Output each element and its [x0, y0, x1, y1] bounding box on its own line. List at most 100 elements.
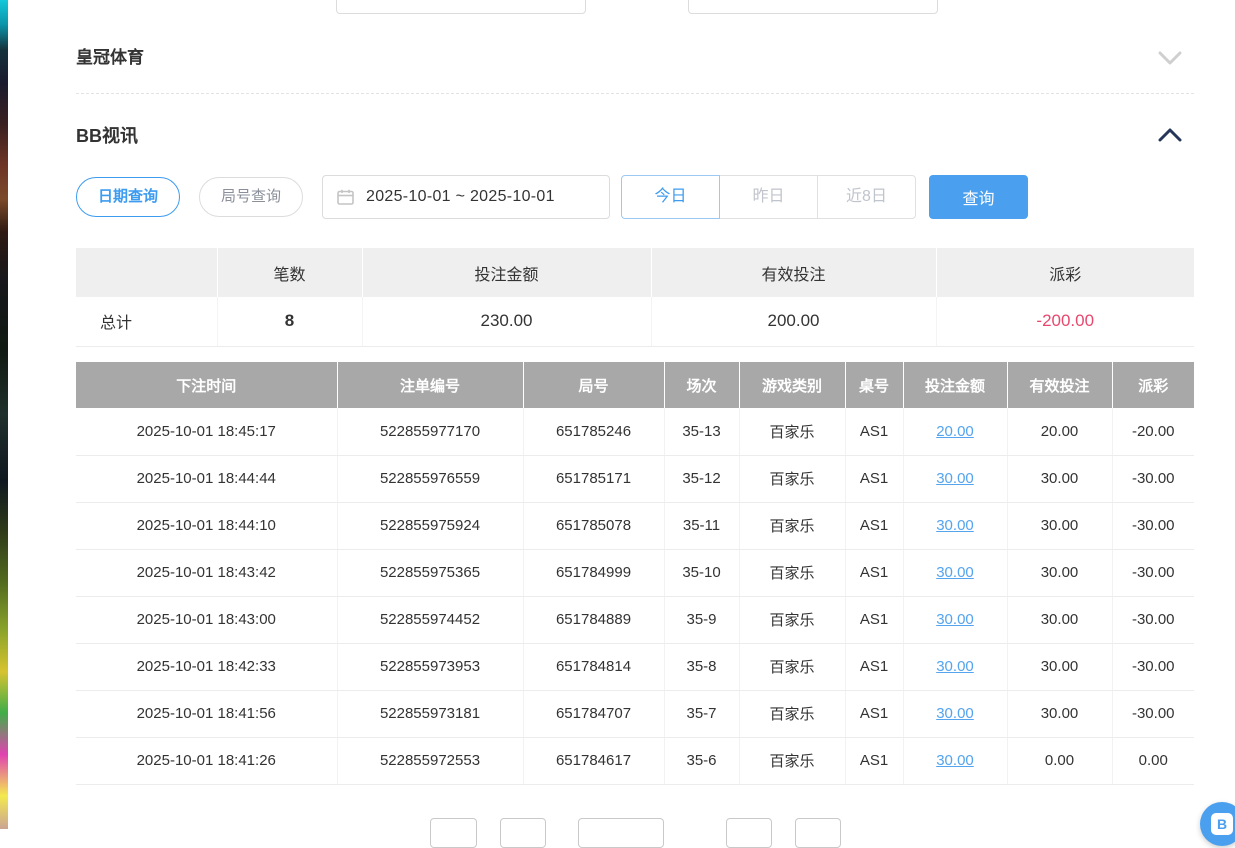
bet-id-cell: 522855973181: [337, 690, 523, 737]
pagination-page-button[interactable]: [500, 818, 546, 848]
game-type-cell: 百家乐: [739, 502, 845, 549]
round-query-button[interactable]: 局号查询: [199, 177, 303, 217]
bet-table-header-row: 下注时间 注单编号 局号 场次 游戏类别 桌号 投注金额 有效投注 派彩: [76, 362, 1194, 408]
filter-bar: 日期查询 局号查询 2025-10-01 ~ 2025-10-01 今日 昨日 …: [76, 175, 1194, 219]
bet-amount-link[interactable]: 30.00: [936, 611, 974, 628]
summary-bet-amount-value: 230.00: [362, 297, 651, 346]
bet-time-cell: 2025-10-01 18:44:10: [76, 502, 337, 549]
game-type-cell: 百家乐: [739, 690, 845, 737]
bet-amount-link[interactable]: 20.00: [936, 423, 974, 440]
search-button[interactable]: 查询: [929, 175, 1028, 219]
section-divider: [76, 93, 1194, 94]
table-row: 2025-10-01 18:41:26 522855972553 6517846…: [76, 737, 1194, 784]
section-title-bb: BB视讯: [76, 118, 1194, 154]
col-header-bet-time: 下注时间: [76, 362, 337, 408]
game-type-cell: 百家乐: [739, 596, 845, 643]
bet-amount-link[interactable]: 30.00: [936, 752, 974, 769]
col-header-table-no: 桌号: [845, 362, 903, 408]
bet-time-cell: 2025-10-01 18:43:42: [76, 549, 337, 596]
bet-amount-link[interactable]: 30.00: [936, 564, 974, 581]
payout-cell: -30.00: [1112, 502, 1194, 549]
table-row: 2025-10-01 18:41:56 522855973181 6517847…: [76, 690, 1194, 737]
col-header-round-id: 局号: [523, 362, 664, 408]
round-id-cell: 651785171: [523, 455, 664, 502]
section-crown-sports[interactable]: 皇冠体育: [76, 40, 1194, 76]
date-query-button[interactable]: 日期查询: [76, 177, 180, 217]
session-cell: 35-12: [664, 455, 739, 502]
round-id-cell: 651784999: [523, 549, 664, 596]
table-no-cell: AS1: [845, 737, 903, 784]
summary-total-row: 总计 8 230.00 200.00 -200.00: [76, 297, 1194, 346]
last-8-days-button[interactable]: 近8日: [817, 175, 916, 219]
bet-amount-link[interactable]: 30.00: [936, 517, 974, 534]
valid-bet-cell: 30.00: [1007, 549, 1112, 596]
today-button[interactable]: 今日: [621, 175, 720, 219]
payout-cell: 0.00: [1112, 737, 1194, 784]
session-cell: 35-13: [664, 408, 739, 455]
table-no-cell: AS1: [845, 690, 903, 737]
left-edge-background-strip: [0, 0, 8, 829]
bet-time-cell: 2025-10-01 18:45:17: [76, 408, 337, 455]
section-title-crown: 皇冠体育: [76, 40, 1194, 76]
table-no-cell: AS1: [845, 455, 903, 502]
session-cell: 35-11: [664, 502, 739, 549]
pagination-last-button[interactable]: [795, 818, 841, 848]
bet-id-cell: 522855976559: [337, 455, 523, 502]
summary-total-label: 总计: [76, 297, 217, 346]
bet-time-cell: 2025-10-01 18:44:44: [76, 455, 337, 502]
col-header-bet-amount: 投注金额: [903, 362, 1007, 408]
pagination-next-button[interactable]: [726, 818, 772, 848]
valid-bet-cell: 30.00: [1007, 596, 1112, 643]
round-id-cell: 651785078: [523, 502, 664, 549]
round-id-cell: 651784814: [523, 643, 664, 690]
pagination-page-select[interactable]: [578, 818, 664, 848]
bet-amount-link[interactable]: 30.00: [936, 658, 974, 675]
session-cell: 35-8: [664, 643, 739, 690]
col-header-session: 场次: [664, 362, 739, 408]
bet-amount-cell: 30.00: [903, 643, 1007, 690]
table-row: 2025-10-01 18:45:17 522855977170 6517852…: [76, 408, 1194, 455]
game-type-cell: 百家乐: [739, 737, 845, 784]
bb-float-icon: B: [1211, 813, 1233, 835]
bet-id-cell: 522855973953: [337, 643, 523, 690]
table-row: 2025-10-01 18:44:10 522855975924 6517850…: [76, 502, 1194, 549]
summary-header-payout: 派彩: [936, 248, 1194, 297]
valid-bet-cell: 30.00: [1007, 690, 1112, 737]
chevron-up-icon[interactable]: [1158, 128, 1182, 147]
table-no-cell: AS1: [845, 549, 903, 596]
col-header-valid-bet: 有效投注: [1007, 362, 1112, 408]
chevron-down-icon[interactable]: [1158, 51, 1182, 70]
valid-bet-cell: 20.00: [1007, 408, 1112, 455]
payout-cell: -30.00: [1112, 643, 1194, 690]
col-header-bet-id: 注单编号: [337, 362, 523, 408]
table-row: 2025-10-01 18:44:44 522855976559 6517851…: [76, 455, 1194, 502]
summary-header-bet-amount: 投注金额: [362, 248, 651, 297]
floating-service-button[interactable]: B: [1200, 802, 1235, 846]
bet-id-cell: 522855972553: [337, 737, 523, 784]
section-bb-video[interactable]: BB视讯: [76, 118, 1194, 154]
bet-table: 下注时间 注单编号 局号 场次 游戏类别 桌号 投注金额 有效投注 派彩 202…: [76, 362, 1194, 785]
yesterday-button[interactable]: 昨日: [719, 175, 818, 219]
payout-cell: -30.00: [1112, 455, 1194, 502]
summary-valid-bet-value: 200.00: [651, 297, 936, 346]
bet-id-cell: 522855977170: [337, 408, 523, 455]
bet-amount-cell: 30.00: [903, 690, 1007, 737]
table-row: 2025-10-01 18:42:33 522855973953 6517848…: [76, 643, 1194, 690]
valid-bet-cell: 30.00: [1007, 643, 1112, 690]
table-row: 2025-10-01 18:43:00 522855974452 6517848…: [76, 596, 1194, 643]
session-cell: 35-7: [664, 690, 739, 737]
game-type-cell: 百家乐: [739, 643, 845, 690]
bet-id-cell: 522855974452: [337, 596, 523, 643]
game-type-cell: 百家乐: [739, 455, 845, 502]
valid-bet-cell: 30.00: [1007, 455, 1112, 502]
round-id-cell: 651785246: [523, 408, 664, 455]
table-no-cell: AS1: [845, 502, 903, 549]
date-range-picker[interactable]: 2025-10-01 ~ 2025-10-01: [322, 175, 610, 219]
pagination-prev-button[interactable]: [430, 818, 477, 848]
session-cell: 35-9: [664, 596, 739, 643]
bet-amount-link[interactable]: 30.00: [936, 470, 974, 487]
valid-bet-cell: 0.00: [1007, 737, 1112, 784]
quick-date-group: 今日 昨日 近8日: [621, 175, 916, 219]
bet-amount-link[interactable]: 30.00: [936, 705, 974, 722]
payout-cell: -30.00: [1112, 690, 1194, 737]
